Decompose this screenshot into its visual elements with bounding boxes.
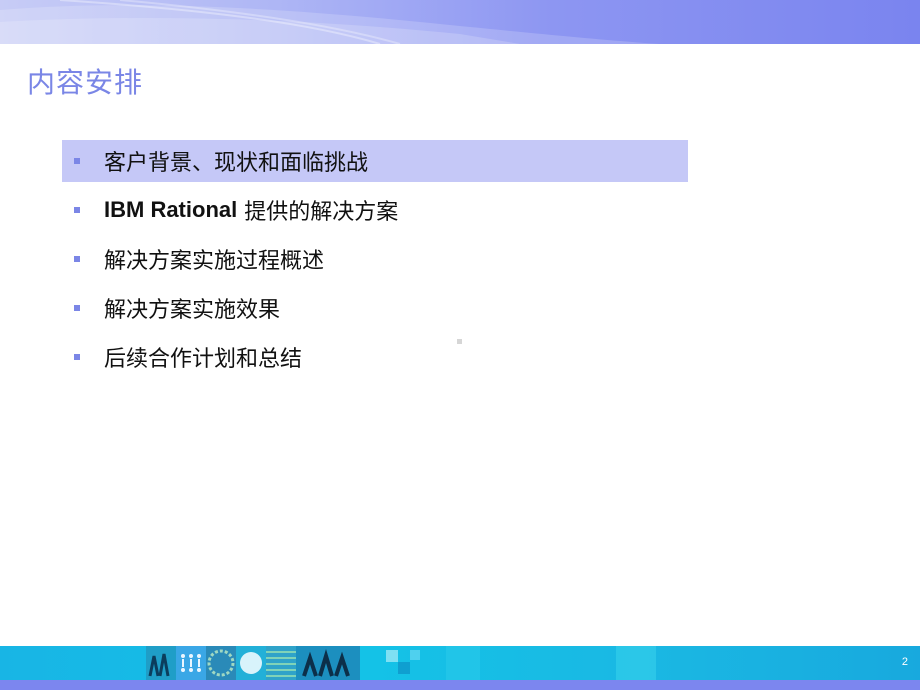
agenda-item-implementation-results: 解决方案实施效果	[62, 287, 688, 329]
bullet-square-icon	[74, 256, 80, 262]
agenda-item-label: 后续合作计划和总结	[104, 347, 303, 372]
agenda-item-label: 提供的解决方案	[237, 200, 399, 225]
agenda-item-implementation-overview: 解决方案实施过程概述	[62, 238, 688, 280]
header-wave-decoration	[0, 0, 660, 44]
footer-strip	[0, 680, 920, 690]
agenda-item-customer-background: 客户背景、现状和面临挑战	[62, 140, 688, 182]
agenda-item-label: 客户背景、现状和面临挑战	[104, 151, 369, 176]
agenda-list: 客户背景、现状和面临挑战 IBM Rational 提供的解决方案 解决方案实施…	[62, 140, 688, 385]
bullet-square-icon	[74, 305, 80, 311]
page-number: 2	[901, 656, 908, 668]
agenda-item-label: 解决方案实施过程概述	[104, 249, 325, 274]
bullet-square-icon	[74, 207, 80, 213]
agenda-item-future-plan-summary: 后续合作计划和总结	[62, 336, 688, 378]
header-band	[0, 0, 920, 44]
bullet-square-icon	[74, 158, 80, 164]
agenda-item-product-name: IBM Rational	[104, 197, 238, 222]
slide-title: 内容安排	[27, 66, 144, 99]
decorative-dot	[457, 339, 462, 344]
footer-image-mosaic	[146, 646, 656, 680]
footer-band	[0, 646, 920, 680]
agenda-item-ibm-solution: IBM Rational 提供的解决方案	[62, 189, 688, 231]
agenda-item-label: 解决方案实施效果	[104, 298, 281, 323]
bullet-square-icon	[74, 354, 80, 360]
